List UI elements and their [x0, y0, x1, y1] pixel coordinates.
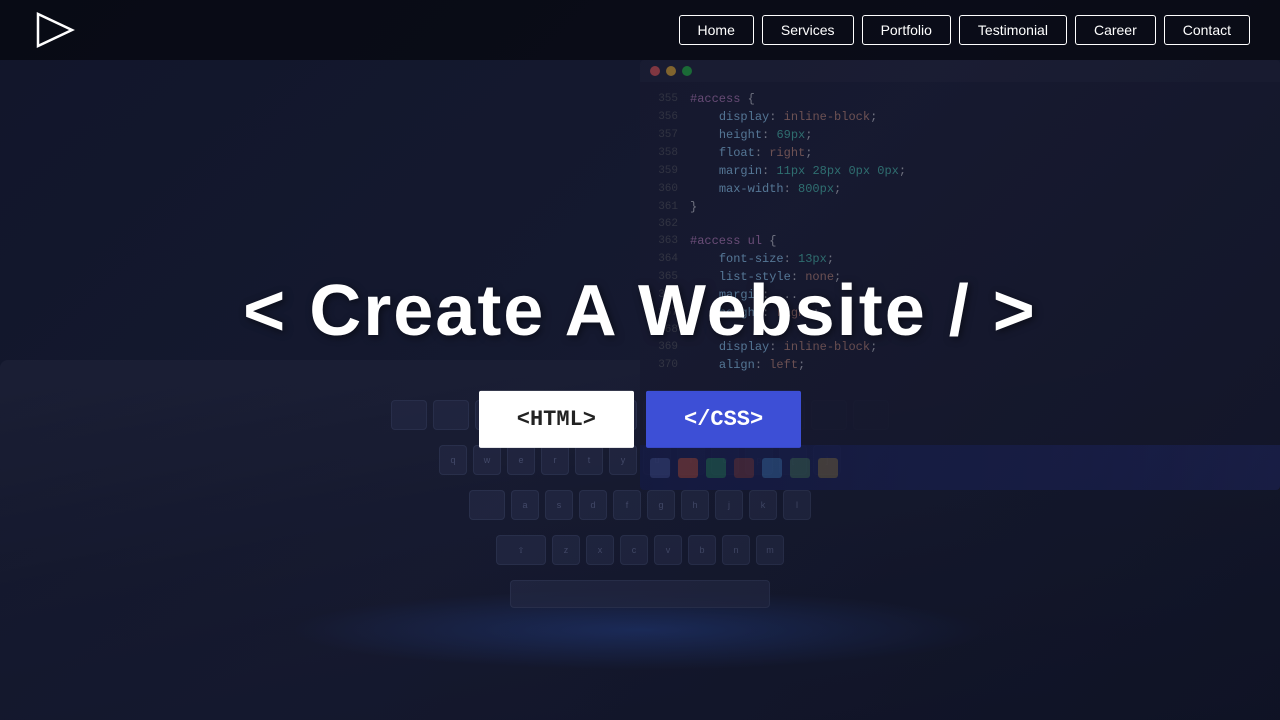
logo — [30, 12, 80, 48]
hero-content: < Create A Website / > <HTML> </CSS> — [190, 272, 1090, 448]
nav-links: Home Services Portfolio Testimonial Care… — [679, 15, 1250, 45]
navbar: Home Services Portfolio Testimonial Care… — [0, 0, 1280, 60]
nav-services[interactable]: Services — [762, 15, 854, 45]
hero-buttons: <HTML> </CSS> — [190, 391, 1090, 448]
logo-icon — [30, 12, 80, 48]
nav-testimonial[interactable]: Testimonial — [959, 15, 1067, 45]
hero-section: q w e r t y u i o p [ ] a s d f g h j k … — [0, 0, 1280, 720]
nav-portfolio[interactable]: Portfolio — [862, 15, 951, 45]
html-button[interactable]: <HTML> — [479, 391, 634, 448]
hero-title: < Create A Website / > — [190, 272, 1090, 351]
nav-contact[interactable]: Contact — [1164, 15, 1250, 45]
nav-career[interactable]: Career — [1075, 15, 1156, 45]
nav-home[interactable]: Home — [679, 15, 754, 45]
css-button[interactable]: </CSS> — [646, 391, 801, 448]
